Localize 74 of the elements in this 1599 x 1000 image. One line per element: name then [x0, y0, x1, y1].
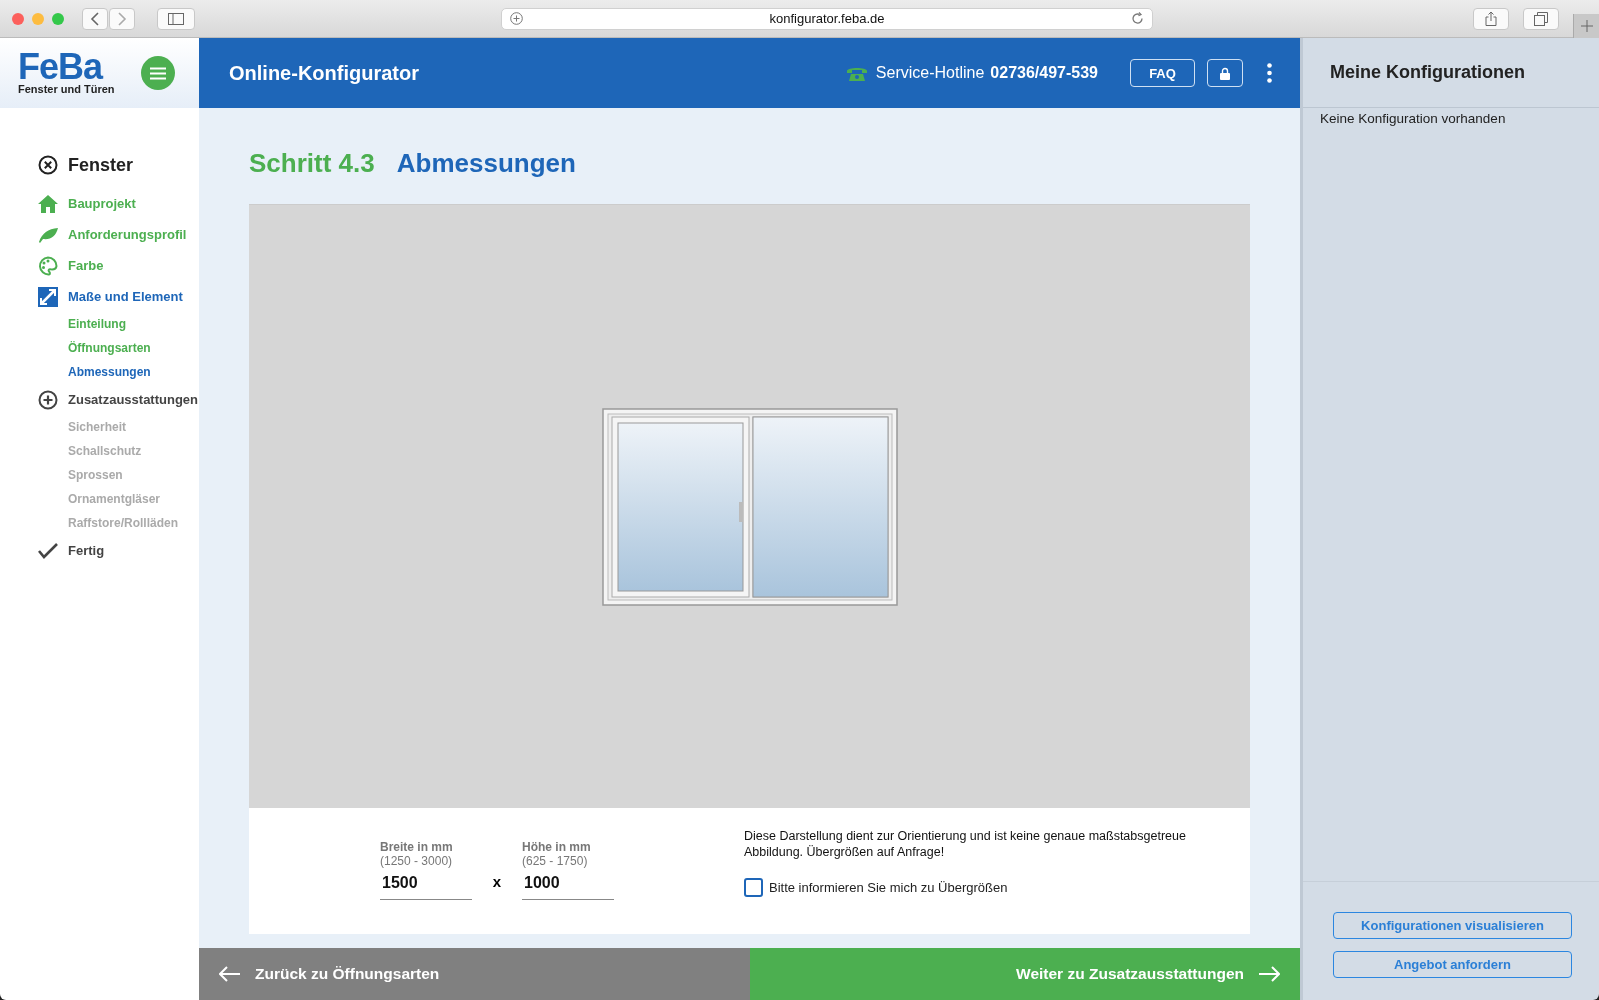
forward-button[interactable]: [109, 7, 135, 30]
plus-circle-icon: [38, 389, 58, 410]
width-input[interactable]: 1500: [380, 874, 472, 900]
checkbox-label: Bitte informieren Sie mich zu Übergrößen: [769, 880, 1008, 895]
sidebar-item[interactable]: Raffstore/Rollläden: [68, 516, 178, 530]
close-window-button[interactable]: [12, 12, 24, 25]
sidebar-item[interactable]: Einteilung: [68, 317, 126, 331]
width-range: (1250 - 3000): [380, 854, 454, 868]
palette-icon: [38, 255, 58, 276]
disclaimer-text: Diese Darstellung dient zur Orientierung und ist keine genaue maßstabsgetreue Abbildung. Übergrößen auf Anfrage!: [744, 828, 1187, 860]
share-button[interactable]: [1473, 7, 1509, 30]
sidebar-item[interactable]: Farbe: [68, 258, 104, 273]
more-icon: [1267, 63, 1272, 83]
plus-icon: [1580, 20, 1593, 32]
address-bar[interactable]: konfigurator.feba.de: [501, 7, 1153, 30]
sidebar-item[interactable]: Fenster: [68, 154, 134, 176]
hotline-label: Service-Hotline: [875, 64, 985, 82]
logo-tagline: Fenster und Türen: [18, 83, 115, 95]
leaf-icon: [38, 226, 58, 243]
checkbox[interactable]: [744, 878, 763, 897]
step-title: Abmessungen: [396, 147, 576, 179]
sidebar-item[interactable]: Sprossen: [68, 468, 123, 482]
faq-button[interactable]: FAQ: [1130, 59, 1195, 87]
phone-icon: [845, 65, 868, 81]
menu-icon: [149, 66, 166, 80]
outline-button[interactable]: Angebot anfordern: [1333, 951, 1572, 978]
sidebar-item[interactable]: Maße und Element: [68, 289, 183, 304]
height-input[interactable]: 1000: [522, 874, 614, 900]
tabs-icon: [1534, 11, 1548, 26]
chevron-left-icon: [90, 11, 100, 26]
back-button[interactable]: [82, 7, 108, 30]
url-text: konfigurator.feba.de: [769, 11, 885, 26]
panel-title: Meine Konfigurationen: [1303, 38, 1599, 108]
sidebar-icon: [168, 12, 184, 25]
checkmark-icon: [38, 542, 58, 559]
sidebar-item[interactable]: Fertig: [68, 543, 105, 558]
resize-icon: [38, 286, 58, 307]
sidebar-item[interactable]: Bauprojekt: [68, 196, 136, 211]
hotline-number: 02736/497-539: [990, 64, 1098, 82]
new-tab-button[interactable]: [1573, 14, 1599, 38]
height-label: Höhe in mm: [522, 840, 592, 854]
next-step-button[interactable]: Weiter zu Zusatzausstattungen: [749, 948, 1300, 1000]
lock-icon: [1220, 66, 1230, 80]
outline-button[interactable]: Konfigurationen visualisieren: [1333, 912, 1572, 939]
login-button[interactable]: [1207, 59, 1243, 87]
share-icon: [1485, 11, 1497, 26]
reload-icon: [1131, 12, 1144, 25]
sidebar-item[interactable]: Sicherheit: [68, 420, 127, 434]
tabs-button[interactable]: [1523, 7, 1559, 30]
sidebar-toggle-button[interactable]: [157, 7, 195, 30]
plus-circle-icon: [510, 12, 523, 25]
sidebar-item[interactable]: Öffnungsarten: [68, 341, 151, 355]
zoom-window-button[interactable]: [52, 12, 64, 25]
logo-wordmark: FeBa: [18, 51, 103, 83]
sidebar-item[interactable]: Abmessungen: [68, 365, 151, 379]
chevron-right-icon: [117, 11, 127, 26]
more-button[interactable]: [1267, 63, 1272, 83]
sidebar-item[interactable]: Anforderungsprofil: [68, 227, 187, 242]
arrow-left-icon: [219, 966, 241, 982]
sidebar-item[interactable]: Zusatzausstattungen: [68, 392, 198, 407]
height-range: (625 - 1750): [522, 854, 589, 868]
arrow-right-icon: [1258, 966, 1280, 982]
step-number: Schritt 4.3: [249, 147, 375, 179]
sidebar-item[interactable]: Ornamentgläser: [68, 492, 161, 506]
house-icon: [38, 194, 58, 213]
app-title: Online-Konfigurator: [229, 61, 419, 85]
sidebar-item[interactable]: Schallschutz: [68, 444, 142, 458]
times-sign: x: [491, 873, 503, 890]
empty-message: Keine Konfiguration vorhanden: [1319, 110, 1507, 128]
menu-button[interactable]: [140, 56, 175, 90]
back-step-button[interactable]: Zurück zu Öffnungsarten: [199, 948, 750, 1000]
width-label: Breite in mm: [380, 840, 454, 854]
minimize-window-button[interactable]: [32, 12, 44, 25]
close-icon: [38, 155, 58, 175]
